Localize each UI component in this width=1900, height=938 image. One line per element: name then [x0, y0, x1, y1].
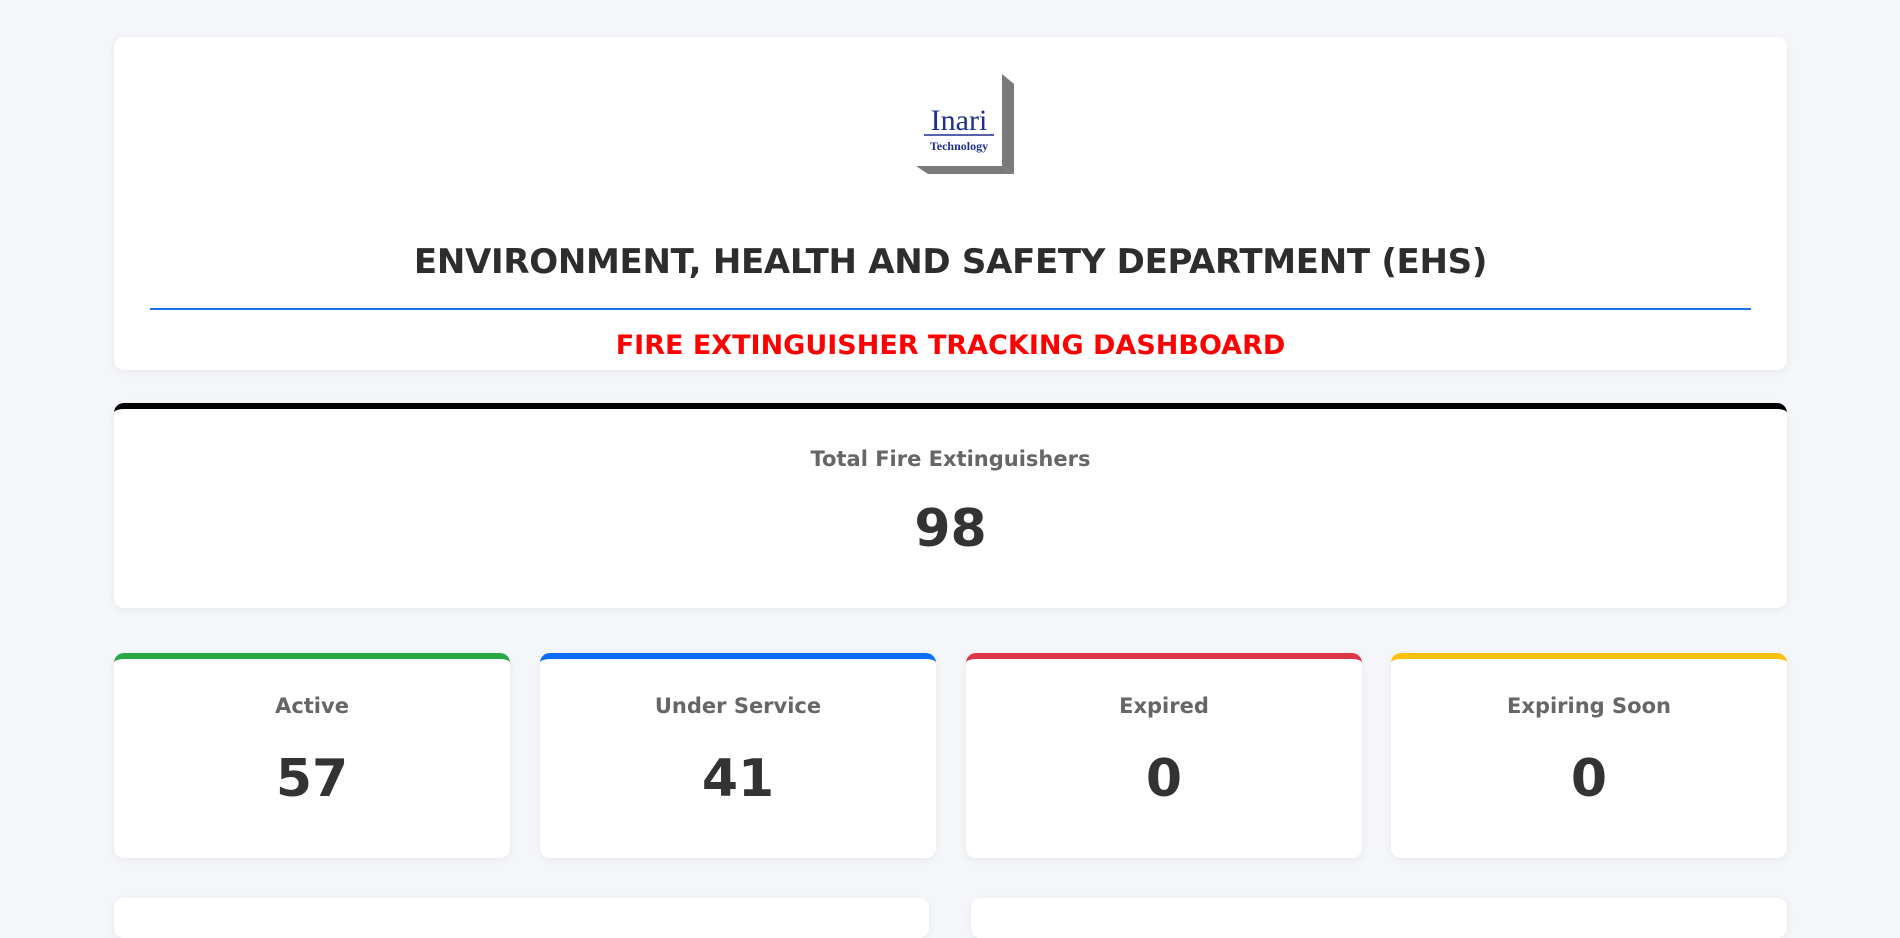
- expiring-soon-card: Expiring Soon 0: [1391, 653, 1787, 858]
- active-value: 57: [275, 749, 349, 809]
- bottom-left-panel: [114, 898, 929, 938]
- under-service-value: 41: [701, 749, 775, 809]
- company-logo: Inari Technology: [902, 74, 1014, 174]
- under-service-card: Under Service 41: [540, 653, 936, 858]
- active-card: Active 57: [114, 653, 510, 858]
- expired-value: 0: [1145, 749, 1183, 809]
- header-card: Inari Technology ENVIRONMENT, HEALTH AND…: [114, 37, 1787, 370]
- expiring-soon-value: 0: [1570, 749, 1608, 809]
- logo-name-text: Inari: [931, 104, 988, 137]
- bottom-right-panel: [971, 898, 1787, 938]
- total-value: 98: [914, 499, 987, 559]
- department-title: ENVIRONMENT, HEALTH AND SAFETY DEPARTMEN…: [413, 242, 1488, 282]
- expired-label: Expired: [1119, 694, 1209, 718]
- total-label: Total Fire Extinguishers: [810, 447, 1091, 471]
- header-divider: [150, 308, 1751, 310]
- dashboard-title: FIRE EXTINGUISHER TRACKING DASHBOARD: [615, 330, 1286, 361]
- expired-card: Expired 0: [966, 653, 1362, 858]
- active-label: Active: [275, 694, 349, 718]
- logo-subtitle-text: Technology: [930, 139, 988, 153]
- expiring-soon-label: Expiring Soon: [1507, 694, 1671, 718]
- under-service-label: Under Service: [654, 694, 822, 718]
- total-extinguishers-card: Total Fire Extinguishers 98: [114, 403, 1787, 608]
